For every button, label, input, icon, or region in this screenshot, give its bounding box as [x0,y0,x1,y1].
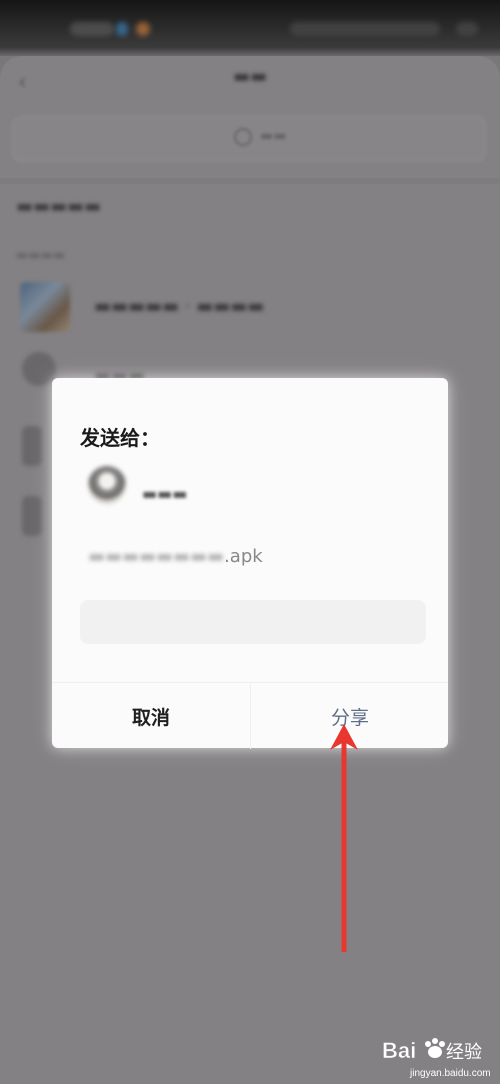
message-input[interactable] [80,600,426,644]
file-name: ▬▬▬▬▬▬▬▬.apk [88,546,263,567]
file-extension: .apk [224,546,263,567]
svg-text:jingyan.baidu.com: jingyan.baidu.com [409,1068,491,1079]
cancel-button[interactable]: 取消 [52,683,250,749]
svg-text:经验: 经验 [446,1042,482,1063]
send-to-dialog: 发送给： ▬▬▬ ▬▬▬▬▬▬▬▬.apk 取消 分享 [52,378,448,749]
recipient-avatar [88,466,126,504]
baidu-logo-icon: Bai 经验 jingyan.baidu.com [382,1038,491,1079]
red-arrow-annotation [330,724,358,953]
recipient-name-blur: ▬▬▬ [142,484,188,503]
dialog-footer: 取消 分享 [52,682,448,749]
dialog-title: 发送给： [80,426,160,450]
file-name-blur: ▬▬▬▬▬▬▬▬ [88,546,225,567]
svg-text:Bai: Bai [382,1038,416,1063]
baidu-jingyan-watermark: Bai 经验 jingyan.baidu.com [382,1030,494,1080]
